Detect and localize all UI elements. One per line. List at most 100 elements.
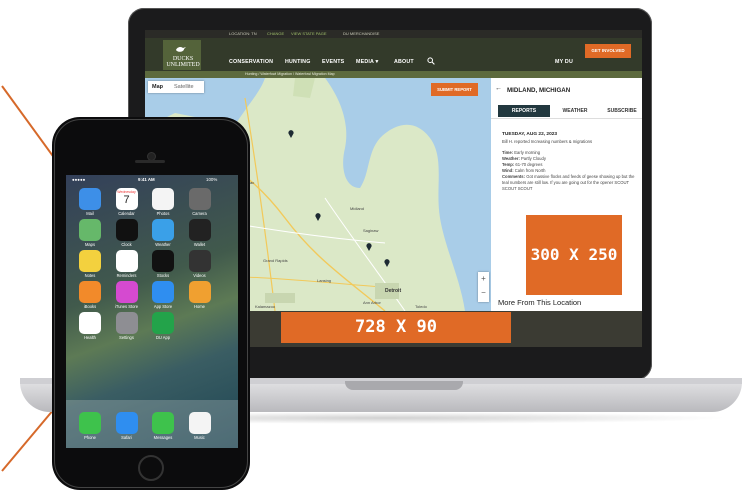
change-link[interactable]: CHANGE [267, 31, 284, 36]
app-tile [152, 412, 174, 434]
location-title: MIDLAND, MICHIGAN [507, 87, 571, 94]
app-tile [79, 250, 101, 272]
app-label: Phone [84, 435, 96, 440]
app-tile [152, 281, 174, 303]
app-tile [188, 250, 211, 272]
app-label: Camera [192, 211, 207, 216]
zoom-control: + − [478, 272, 489, 302]
time-value: Early morning [513, 150, 541, 155]
report-comments: Comments: Got massive flocks and feeds o… [502, 174, 640, 191]
nav-conservation[interactable]: CONSERVATION [229, 59, 273, 65]
ad-300x250[interactable]: 300 X 250 [526, 215, 622, 295]
breadcrumb-text: Hunting / Waterfowl Migration / Waterfow… [245, 72, 335, 76]
app-tile [152, 312, 174, 334]
report-wind: Wind: Calm from North [502, 168, 640, 174]
phone-speaker [135, 160, 165, 163]
report-time: Time: Early morning [502, 150, 640, 156]
weather-label: Weather: [502, 156, 520, 161]
map-pin-icon[interactable] [315, 213, 321, 221]
map-tab[interactable]: Map [152, 84, 163, 90]
home-button[interactable] [138, 455, 164, 481]
app-label: Wallet [193, 242, 206, 247]
get-involved-button[interactable]: GET INVOLVED [585, 44, 631, 58]
app-label: Health [84, 335, 96, 340]
view-state-link[interactable]: VIEW STATE PAGE [291, 31, 327, 36]
app-label: Notes [84, 273, 96, 278]
app-label: Reminders [116, 273, 137, 278]
merch-link[interactable]: DU MERCHANDISE [343, 31, 379, 36]
city-label: Lansing [317, 278, 332, 283]
tab-reports[interactable]: REPORTS [498, 105, 550, 117]
app-label: Clock [121, 242, 132, 247]
app-tile [188, 281, 211, 303]
app-label: iTunes Store [114, 304, 139, 309]
time-label: Time: [502, 150, 514, 155]
nav-media[interactable]: MEDIA ▾ [356, 59, 378, 65]
tab-weather[interactable]: WEATHER [552, 105, 598, 117]
temp-value: 61-70 degrees [514, 162, 543, 167]
wind-value: Calm from North [513, 168, 546, 173]
nav-about[interactable]: ABOUT [394, 59, 414, 65]
back-arrow-icon[interactable]: ← [495, 85, 502, 92]
search-icon[interactable] [427, 57, 435, 65]
wind-label: Wind: [502, 168, 514, 173]
ad-728x90[interactable]: 728 X 90 [281, 312, 511, 343]
laptop-notch [345, 381, 463, 390]
app-tile [115, 219, 138, 241]
app-tile [79, 219, 101, 241]
city-label: Ann Arbor [363, 300, 381, 305]
nav-events[interactable]: EVENTS [322, 59, 344, 65]
city-label: Toledo [415, 304, 427, 309]
app-label: Calendar [118, 211, 135, 216]
app-label: Home [194, 304, 205, 309]
app-label: Weather [155, 242, 171, 247]
zoom-in-button[interactable]: + [478, 272, 489, 286]
battery-text: 100% [206, 177, 218, 182]
app-label: iBooks [83, 304, 97, 309]
city-label: Detroit [385, 288, 402, 294]
phone-status-bar: ●●●●● 9:41 AM 100% [66, 176, 238, 184]
app-label: Maps [84, 242, 95, 247]
app-label: App Store [153, 304, 173, 309]
report-date: TUESDAY, AUG 22, 2023 [502, 132, 558, 137]
tab-divider [491, 118, 642, 119]
app-label: Safari [121, 435, 132, 440]
nav-hunting[interactable]: HUNTING [285, 59, 311, 65]
duck-logo-icon [176, 46, 186, 52]
app-tile [115, 250, 138, 272]
site-topbar: LOCATION: TN CHANGE VIEW STATE PAGE DU M… [145, 30, 642, 38]
app-tile [152, 250, 174, 272]
weather-value: Partly Cloudy [519, 156, 546, 161]
report-weather: Weather: Partly Cloudy [502, 156, 640, 162]
comments-label: Comments: [502, 174, 526, 179]
app-label: Music [194, 435, 205, 440]
city-label: Saginaw [363, 228, 379, 233]
app-tile [79, 188, 101, 210]
submit-report-button[interactable]: SUBMIT REPORT [431, 83, 478, 96]
map-pin-icon[interactable] [384, 259, 390, 267]
more-from-location-heading: More From This Location [498, 298, 582, 307]
logo-text: DUCKS UNLIMITED [165, 56, 201, 68]
city-label: Midland [350, 206, 365, 211]
app-tile [79, 412, 101, 434]
app-tile [79, 312, 101, 334]
report-author: Bill H. reported Increasing numbers & mi… [502, 139, 593, 144]
satellite-tab[interactable]: Satellite [174, 84, 194, 90]
app-tile: Wednesday 7 [115, 188, 138, 210]
zoom-out-button[interactable]: − [478, 286, 489, 300]
app-label: Settings [119, 335, 134, 340]
app-label: DU App [155, 335, 171, 340]
app-tile [115, 312, 138, 334]
logo-line2: UNLIMITED [166, 62, 200, 68]
site-navbar: DUCKS UNLIMITED CONSERVATION HUNTING EVEN… [145, 38, 642, 71]
temp-label: Temp: [502, 162, 515, 167]
app-label: Mail [86, 211, 94, 216]
map-pin-icon[interactable] [366, 243, 372, 251]
my-du-link[interactable]: MY DU [555, 59, 573, 65]
map-pin-icon[interactable] [288, 130, 294, 138]
app-tile [188, 188, 211, 210]
panel-tabs: REPORTS WEATHER SUBSCRIBE [494, 105, 640, 117]
tab-subscribe[interactable]: SUBSCRIBE [600, 105, 642, 117]
app-tile [188, 412, 211, 434]
app-tile [79, 281, 101, 303]
